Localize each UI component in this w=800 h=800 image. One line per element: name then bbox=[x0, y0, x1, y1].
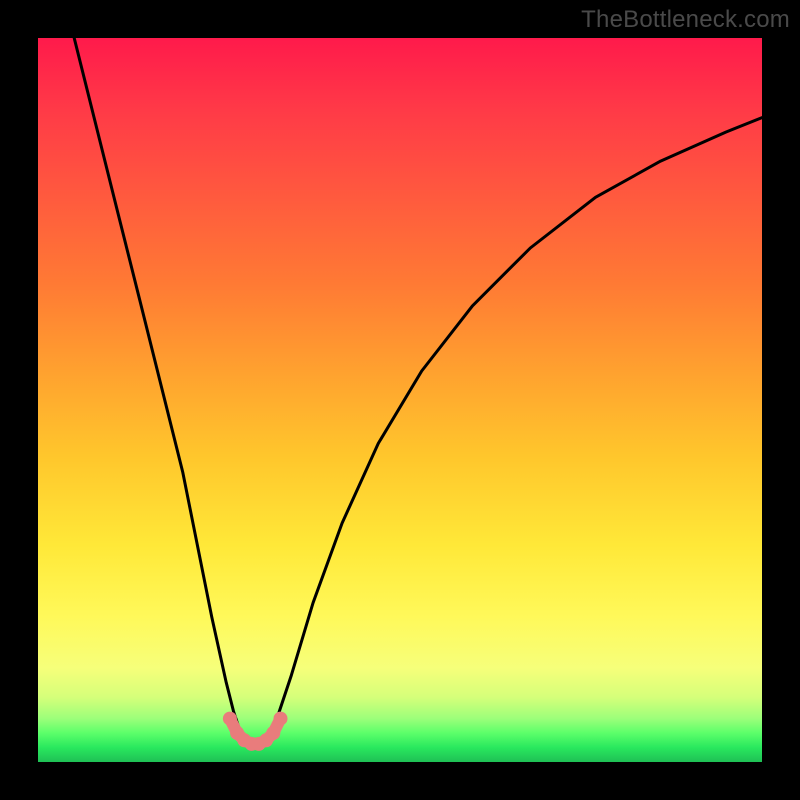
plot-area bbox=[38, 38, 762, 762]
watermark-text: TheBottleneck.com bbox=[581, 6, 790, 34]
bottleneck-curve bbox=[74, 38, 762, 748]
chart-svg bbox=[38, 38, 762, 762]
optimal-zone-dot bbox=[266, 726, 280, 740]
optimal-zone-dots bbox=[223, 712, 288, 751]
optimal-zone-dot bbox=[274, 712, 288, 726]
optimal-zone-dot bbox=[223, 712, 237, 726]
chart-frame: TheBottleneck.com bbox=[0, 0, 800, 800]
bottleneck-curve-path bbox=[74, 38, 762, 748]
